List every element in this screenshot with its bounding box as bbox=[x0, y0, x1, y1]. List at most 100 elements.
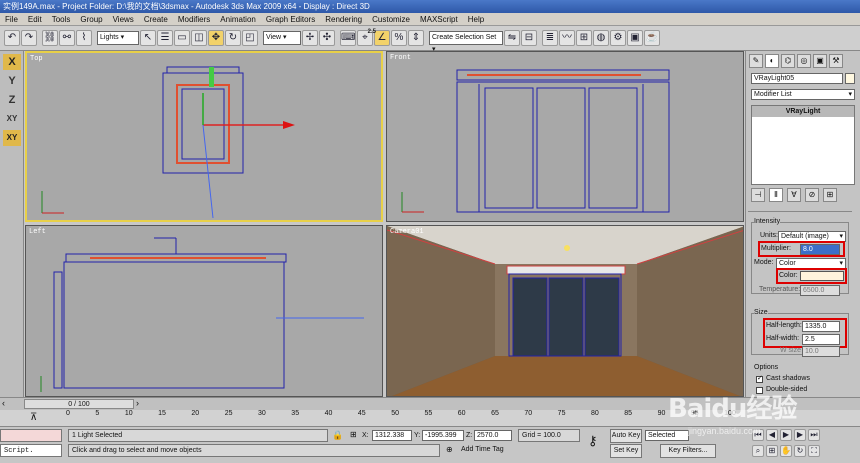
object-color-swatch[interactable] bbox=[845, 73, 855, 84]
create-tab-icon[interactable]: ✎ bbox=[749, 54, 763, 68]
prev-frame-icon[interactable]: ◀ bbox=[766, 429, 778, 441]
menu-animation[interactable]: Animation bbox=[215, 15, 261, 24]
rect-selection-icon[interactable]: ▭ bbox=[174, 30, 190, 46]
viewport-label-camera[interactable]: Camera01 bbox=[390, 228, 424, 236]
menu-group[interactable]: Group bbox=[75, 15, 107, 24]
unlink-icon[interactable]: ⚯ bbox=[59, 30, 75, 46]
menu-tools[interactable]: Tools bbox=[47, 15, 76, 24]
viewport-label-front[interactable]: Front bbox=[390, 54, 411, 62]
go-to-end-icon[interactable]: ⏭ bbox=[808, 429, 820, 441]
redo-icon[interactable]: ↷ bbox=[21, 30, 37, 46]
menu-graph-editors[interactable]: Graph Editors bbox=[261, 15, 320, 24]
modify-tab-icon[interactable]: ◐ bbox=[765, 54, 779, 68]
z-coordinate-field[interactable]: 2570.0 bbox=[474, 430, 512, 441]
orbit-icon[interactable]: ↻ bbox=[794, 445, 806, 457]
utilities-tab-icon[interactable]: ⚒ bbox=[829, 54, 843, 68]
remove-modifier-icon[interactable]: ⊘ bbox=[805, 188, 819, 202]
quick-render-icon[interactable]: ☕ bbox=[644, 30, 660, 46]
menu-views[interactable]: Views bbox=[108, 15, 139, 24]
time-slider[interactable]: 0 / 100 bbox=[24, 399, 134, 409]
spinner-snap-icon[interactable]: ⇕ bbox=[408, 30, 424, 46]
viewport-top[interactable]: Top bbox=[25, 51, 383, 222]
link-icon[interactable]: ⛓ bbox=[42, 30, 58, 46]
viewport-camera[interactable]: Camera01 bbox=[386, 225, 744, 397]
hierarchy-tab-icon[interactable]: ⌬ bbox=[781, 54, 795, 68]
constraint-z-button[interactable]: Z bbox=[3, 92, 21, 108]
absolute-mode-icon[interactable]: ⊞ bbox=[350, 430, 357, 439]
undo-icon[interactable]: ↶ bbox=[4, 30, 20, 46]
object-name-field[interactable]: VRayLight05 bbox=[751, 73, 843, 84]
menu-maxscript[interactable]: MAXScript bbox=[415, 15, 463, 24]
x-coordinate-field[interactable]: 1312.338 bbox=[372, 430, 412, 441]
modifier-list-dropdown[interactable]: Modifier List ▾ bbox=[751, 89, 855, 100]
menu-customize[interactable]: Customize bbox=[367, 15, 415, 24]
menu-file[interactable]: File bbox=[0, 15, 23, 24]
align-icon[interactable]: ⊟ bbox=[521, 30, 537, 46]
menu-rendering[interactable]: Rendering bbox=[320, 15, 367, 24]
next-frame-icon[interactable]: ▶ bbox=[794, 429, 806, 441]
render-setup-icon[interactable]: ⚙ bbox=[610, 30, 626, 46]
angle-snap-icon[interactable]: ∠ bbox=[374, 30, 390, 46]
pin-stack-icon[interactable]: ⊣ bbox=[751, 188, 765, 202]
selection-filter-dropdown[interactable]: Lights ▾ bbox=[97, 31, 139, 45]
key-filters-button[interactable]: Key Filters... bbox=[660, 444, 716, 458]
mode-dropdown[interactable]: Color ▾ bbox=[776, 258, 846, 269]
snap-toggle-icon[interactable]: ⌖ 2.5 bbox=[357, 29, 376, 46]
modifier-stack-item[interactable]: VRayLight bbox=[752, 106, 854, 117]
make-unique-icon[interactable]: ∀ bbox=[787, 188, 801, 202]
window-crossing-icon[interactable]: ◫ bbox=[191, 30, 207, 46]
time-slider-next-icon[interactable]: › bbox=[136, 398, 139, 408]
constraint-x-button[interactable]: X bbox=[3, 54, 21, 70]
selected-dropdown[interactable]: Selected bbox=[645, 430, 689, 441]
pivot-center-icon[interactable]: ✢ bbox=[302, 30, 318, 46]
viewport-label-left[interactable]: Left bbox=[29, 228, 46, 236]
configure-sets-icon[interactable]: ⊞ bbox=[823, 188, 837, 202]
y-coordinate-field[interactable]: -1995.399 bbox=[422, 430, 464, 441]
temperature-spinner[interactable]: 6500.0 bbox=[800, 285, 840, 296]
cast-shadows-checkbox[interactable] bbox=[756, 374, 763, 383]
constraint-y-button[interactable]: Y bbox=[3, 73, 21, 89]
play-icon[interactable]: ▶ bbox=[780, 429, 792, 441]
manipulate-icon[interactable]: ✣ bbox=[319, 30, 335, 46]
viewport-front[interactable]: Front bbox=[386, 51, 744, 222]
units-dropdown[interactable]: Default (image) ▾ bbox=[778, 231, 846, 242]
key-icon[interactable]: ⚷ bbox=[588, 433, 598, 449]
select-scale-icon[interactable]: ◰ bbox=[242, 30, 258, 46]
pan-icon[interactable]: ✋ bbox=[780, 445, 792, 457]
add-time-tag[interactable]: Add Time Tag bbox=[458, 444, 514, 457]
auto-key-button[interactable]: Auto Key bbox=[610, 429, 642, 443]
material-editor-icon[interactable]: ◍ bbox=[593, 30, 609, 46]
lock-selection-icon[interactable]: 🔒 bbox=[332, 430, 343, 441]
zoom-all-icon[interactable]: ⊞ bbox=[766, 445, 778, 457]
percent-snap-icon[interactable]: % bbox=[391, 30, 407, 46]
schematic-view-icon[interactable]: ⊞ bbox=[576, 30, 592, 46]
w-size-spinner[interactable]: 10.0 bbox=[802, 346, 840, 357]
reference-coord-dropdown[interactable]: View ▾ bbox=[263, 31, 301, 45]
layer-manager-icon[interactable]: ≣ bbox=[542, 30, 558, 46]
light-color-swatch[interactable] bbox=[800, 271, 844, 281]
select-by-name-icon[interactable]: ☰ bbox=[157, 30, 173, 46]
select-move-icon[interactable]: ✥ bbox=[208, 30, 224, 46]
show-end-result-icon[interactable]: Ⅱ bbox=[769, 188, 783, 202]
zoom-icon[interactable]: ⌕ bbox=[752, 445, 764, 457]
menu-create[interactable]: Create bbox=[139, 15, 173, 24]
maximize-viewport-icon[interactable]: ⛶ bbox=[808, 445, 820, 457]
viewport-left[interactable]: Left bbox=[25, 225, 383, 397]
set-key-button[interactable]: Set Key bbox=[610, 444, 642, 458]
bind-space-warp-icon[interactable]: ⌇ bbox=[76, 30, 92, 46]
time-slider-prev-icon[interactable]: ‹ bbox=[2, 398, 5, 408]
menu-help[interactable]: Help bbox=[463, 15, 489, 24]
display-tab-icon[interactable]: ▣ bbox=[813, 54, 827, 68]
half-width-spinner[interactable]: 2.5 bbox=[802, 334, 840, 345]
multiplier-spinner[interactable]: 8.0 bbox=[800, 244, 840, 255]
named-selection-set-dropdown[interactable]: Create Selection Set ▾ bbox=[429, 31, 503, 53]
keyboard-shortcut-icon[interactable]: ⌨ bbox=[340, 30, 356, 46]
constraint-plane-button[interactable]: XY bbox=[3, 130, 21, 146]
viewport-label-top[interactable]: Top bbox=[30, 55, 43, 63]
select-rotate-icon[interactable]: ↻ bbox=[225, 30, 241, 46]
time-tag-icon[interactable]: ⊕ bbox=[446, 445, 453, 454]
mirror-icon[interactable]: ⇋ bbox=[504, 30, 520, 46]
constraint-xy-button[interactable]: XY bbox=[3, 111, 21, 127]
motion-tab-icon[interactable]: ◎ bbox=[797, 54, 811, 68]
half-length-spinner[interactable]: 1335.0 bbox=[802, 321, 840, 332]
